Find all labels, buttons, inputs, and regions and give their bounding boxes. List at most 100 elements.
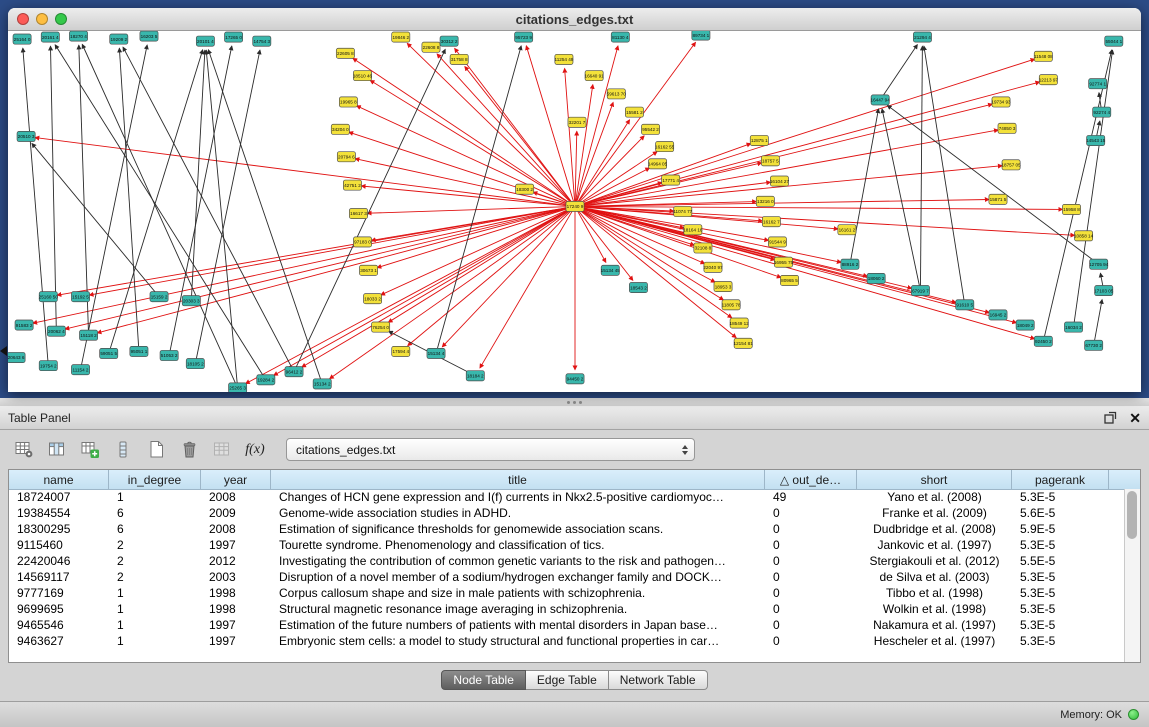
cell-short[interactable]: Stergiakouli et al. (2012) [857, 553, 1012, 569]
graph-node[interactable]: 59613 70 [607, 89, 627, 99]
cell-title[interactable]: Embryonic stem cells: a model to study s… [271, 633, 765, 649]
cell-short[interactable]: Jankovic et al. (1997) [857, 537, 1012, 553]
graph-node[interactable]: 11254 49 [554, 54, 573, 64]
graph-node[interactable]: 18549 12 [730, 318, 750, 328]
column-header-short[interactable]: short [857, 470, 1012, 489]
cell-out-de[interactable]: 0 [765, 601, 857, 617]
graph-node[interactable]: 19209 2 [110, 34, 128, 44]
cell-out-de[interactable]: 0 [765, 521, 857, 537]
cell-pagerank[interactable]: 5.3E-5 [1012, 633, 1109, 649]
table-row[interactable]: 1456911722003Disruption of a novel membe… [9, 569, 1125, 585]
cell-year[interactable]: 1997 [201, 537, 271, 553]
cell-pagerank[interactable]: 5.3E-5 [1012, 617, 1109, 633]
graph-node[interactable]: 20161 4 [41, 32, 59, 42]
graph-node[interactable]: 32108 8 [694, 243, 712, 253]
cell-pagerank[interactable]: 5.9E-5 [1012, 521, 1109, 537]
window-titlebar[interactable]: citations_edges.txt [8, 8, 1141, 31]
graph-node[interactable]: 67919 7 [911, 286, 929, 296]
cell-year[interactable]: 2008 [201, 489, 271, 505]
graph-node[interactable]: 34204 0 [331, 124, 349, 134]
cell-name[interactable]: 22420046 [9, 553, 109, 569]
table-row[interactable]: 1830029562008Estimation of significance … [9, 521, 1125, 537]
graph-node[interactable]: 15958 8 [1062, 204, 1080, 214]
graph-node[interactable]: 16447 94 [871, 95, 891, 105]
graph-node[interactable]: 55044 1 [1105, 36, 1123, 46]
cell-short[interactable]: de Silva et al. (2003) [857, 569, 1012, 585]
graph-node[interactable]: 92450 2 [1034, 336, 1052, 346]
table-edit-icon[interactable] [78, 439, 102, 461]
cell-in-degree[interactable]: 1 [109, 617, 201, 633]
graph-node[interactable]: 12875 1 [750, 135, 768, 145]
graph-node[interactable]: 14754 3 [253, 36, 271, 46]
graph-node[interactable]: 15871 5 [989, 194, 1007, 204]
cell-title[interactable]: Structural magnetic resonance image aver… [271, 601, 765, 617]
graph-node[interactable]: 20643 6 [8, 352, 25, 362]
graph-node[interactable]: 20062 4 [47, 326, 65, 336]
graph-node[interactable]: 16617 3 [349, 208, 367, 218]
cell-year[interactable]: 1997 [201, 617, 271, 633]
graph-node[interactable]: 97183 0 [353, 237, 371, 247]
graph-node[interactable]: 11548 08 [1034, 51, 1053, 61]
cell-out-de[interactable]: 49 [765, 489, 857, 505]
column-header-pagerank[interactable]: pagerank [1012, 470, 1109, 489]
cell-name[interactable]: 18300295 [9, 521, 109, 537]
cell-pagerank[interactable]: 5.3E-5 [1012, 585, 1109, 601]
cell-year[interactable]: 2008 [201, 521, 271, 537]
cell-name[interactable]: 14569117 [9, 569, 109, 585]
graph-node[interactable]: 20303 3 [182, 296, 200, 306]
graph-node[interactable]: 16034 2 [1064, 322, 1082, 332]
graph-node[interactable]: 18060 2 [867, 273, 885, 283]
graph-node[interactable]: 18543 2 [629, 282, 647, 292]
graph-node[interactable]: 19734 93 [991, 97, 1011, 107]
cell-pagerank[interactable]: 5.6E-5 [1012, 505, 1109, 521]
graph-node[interactable]: 91544 9 [768, 237, 786, 247]
graph-node[interactable]: 20101 4 [196, 36, 214, 46]
graph-node[interactable]: 92274 4 [1093, 107, 1111, 117]
graph-node[interactable]: 15192 5 [71, 292, 89, 302]
cell-name[interactable]: 9115460 [9, 537, 109, 553]
network-table-select[interactable]: citations_edges.txt [286, 438, 695, 461]
delete-table-icon[interactable] [177, 439, 201, 461]
graph-node[interactable]: 18300 2 [516, 184, 534, 194]
column-header-year[interactable]: year [201, 470, 271, 489]
graph-node[interactable]: 91610 5 [956, 300, 974, 310]
graph-node[interactable]: 18757 5 [761, 156, 779, 166]
cell-name[interactable]: 19384554 [9, 505, 109, 521]
table-row[interactable]: 1938455462009Genome-wide association stu… [9, 505, 1125, 521]
graph-node[interactable]: 67730 2 [1085, 340, 1103, 350]
column-header-title[interactable]: title [271, 470, 765, 489]
graph-node[interactable]: 18270 4 [69, 31, 87, 41]
cell-in-degree[interactable]: 2 [109, 553, 201, 569]
cell-out-de[interactable]: 0 [765, 585, 857, 601]
graph-node[interactable]: 94450 2 [566, 374, 584, 384]
graph-node[interactable]: 16162 55 [655, 142, 675, 152]
cell-year[interactable]: 1998 [201, 585, 271, 601]
new-document-icon[interactable] [144, 439, 168, 461]
graph-node[interactable]: 32201 7 [568, 117, 586, 127]
graph-node[interactable]: 16162 7 [762, 217, 780, 227]
cell-title[interactable]: Tourette syndrome. Phenomenology and cla… [271, 537, 765, 553]
graph-node[interactable]: 10858 14 [1074, 231, 1094, 241]
graph-node[interactable]: 16161 2 [838, 225, 856, 235]
graph-node[interactable]: 31758 8 [450, 54, 468, 64]
cell-title[interactable]: Genome-wide association studies in ADHD. [271, 505, 765, 521]
graph-node[interactable]: 25160 50 [39, 292, 59, 302]
cell-out-de[interactable]: 0 [765, 505, 857, 521]
graph-node[interactable]: 17594 4 [392, 346, 410, 356]
graph-node[interactable]: 18049 2 [1016, 320, 1034, 330]
graph-node[interactable]: 15134 45 [601, 265, 621, 275]
graph-node[interactable]: 22605 8 [336, 48, 354, 58]
tab-edge-table[interactable]: Edge Table [526, 670, 609, 690]
graph-node[interactable]: 16640 91 [585, 71, 605, 81]
cell-pagerank[interactable]: 5.5E-5 [1012, 553, 1109, 569]
graph-node[interactable]: 19846 2 [392, 32, 410, 42]
graph-node[interactable]: 91583 2 [15, 320, 33, 330]
cell-title[interactable]: Disruption of a novel member of a sodium… [271, 569, 765, 585]
cell-in-degree[interactable]: 6 [109, 521, 201, 537]
graph-node[interactable]: 12213 97 [1039, 75, 1059, 85]
graph-node[interactable]: 89734 1 [692, 31, 710, 40]
cell-out-de[interactable]: 0 [765, 569, 857, 585]
cell-pagerank[interactable]: 5.3E-5 [1012, 489, 1109, 505]
graph-node[interactable]: 92774 1 [1089, 79, 1107, 89]
tab-network-table[interactable]: Network Table [609, 670, 708, 690]
